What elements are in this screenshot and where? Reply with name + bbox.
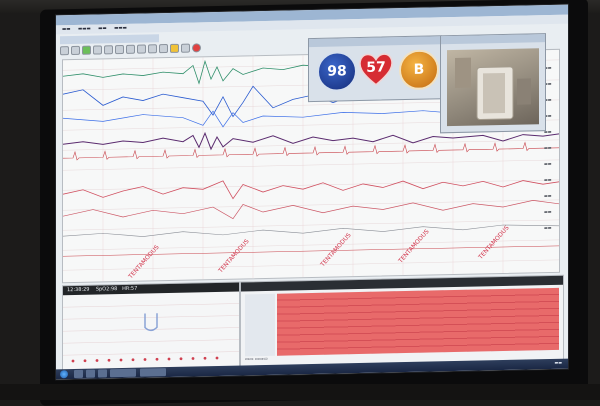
toolbar-button[interactable]: [148, 44, 157, 54]
channel-scale-labels: ▬▬ ▬▬ ▬▬ ▬▬ ▬▬ ▬▬ ▬▬ ▬▬ ▬▬ ▬▬ ▬▬: [544, 64, 552, 231]
taskbar-app[interactable]: [86, 369, 95, 378]
camera-feed: [447, 48, 539, 127]
event-channel-list[interactable]: [245, 293, 275, 357]
toolbar-button[interactable]: [82, 45, 91, 55]
patient-video-window[interactable]: [440, 33, 546, 134]
menu-item[interactable]: ▬▬▬: [114, 24, 127, 33]
taskbar-app[interactable]: [110, 368, 136, 378]
status-hr: HR:57: [122, 285, 138, 292]
ecg-trace: [63, 141, 559, 161]
taskbar-app[interactable]: [74, 369, 83, 378]
spo2-badge: 98: [317, 51, 357, 92]
toolbar-button[interactable]: [93, 45, 102, 55]
heart-rate-value: 57: [366, 59, 386, 76]
toolbar-button[interactable]: [115, 44, 124, 55]
toolbar-button[interactable]: [126, 44, 135, 54]
toolbar-button[interactable]: [159, 44, 168, 54]
vitals-overlay: 98 57 B: [308, 35, 442, 103]
status-time: 12:38:29: [67, 286, 90, 294]
video-titlebar: [441, 34, 545, 45]
camera-icon: [455, 57, 531, 120]
abdomen-trace: [63, 224, 559, 237]
event-band[interactable]: [277, 287, 559, 356]
taskbar-app[interactable]: [140, 368, 166, 377]
windows-start-icon[interactable]: [60, 370, 68, 379]
summary-panel: 12:38:29 SpO2:98 HR:57: [62, 281, 240, 372]
menu-item[interactable]: ▬▬: [62, 25, 71, 34]
monitor-screen: ▬▬ ▬▬▬ ▬▬ ▬▬▬ TENTAMODUS TENTAMODUS TENT…: [56, 4, 568, 380]
airflow-trace: [63, 180, 559, 200]
menu-item[interactable]: ▬▬: [98, 24, 107, 33]
toolbar-button[interactable]: [137, 44, 146, 54]
toolbar-button[interactable]: [104, 45, 113, 55]
toolbar-button[interactable]: [181, 43, 190, 53]
event-timeline-panel: ▭▭ ▭▭▭: [240, 274, 564, 368]
stop-button[interactable]: [192, 43, 201, 53]
menu-item[interactable]: ▬▬▬: [78, 25, 91, 34]
overlay-titlebar: [309, 36, 441, 48]
toolbar-button[interactable]: [60, 46, 69, 56]
heart-rate-badge: 57: [357, 50, 395, 87]
summary-graph: [63, 303, 239, 363]
taskbar-app[interactable]: [98, 369, 107, 378]
taskbar-clock: ▬▬: [554, 359, 562, 365]
monitor-stand-shadow: [0, 384, 600, 400]
status-spo2: SpO2:98: [95, 286, 118, 293]
timeline-tabs[interactable]: ▭▭ ▭▭▭: [245, 357, 268, 362]
toolbar-button[interactable]: [170, 43, 179, 53]
grade-badge: B: [399, 49, 439, 91]
toolbar-button[interactable]: [71, 45, 80, 56]
